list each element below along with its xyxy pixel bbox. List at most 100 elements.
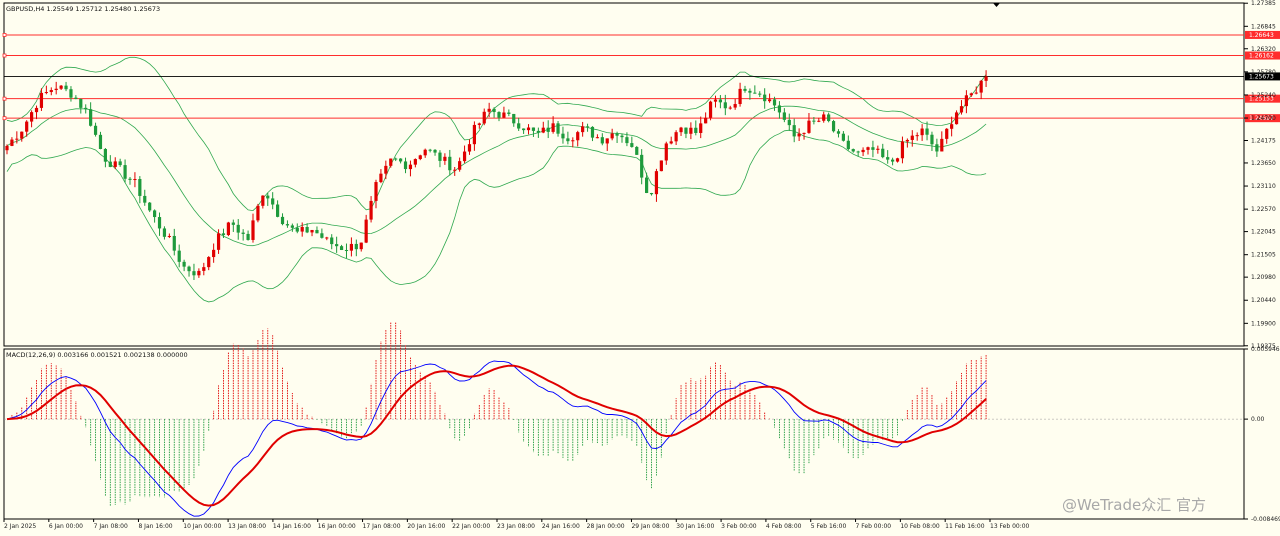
- candle-body: [841, 133, 845, 141]
- candle-body: [221, 233, 226, 236]
- candle-body: [645, 177, 649, 194]
- time-tick-label: 13 Feb 00:00: [990, 523, 1030, 530]
- candle-body: [556, 123, 560, 134]
- candle-body: [881, 148, 885, 158]
- candle-body: [615, 133, 619, 136]
- candle-body: [15, 138, 19, 140]
- candle-body: [108, 161, 112, 167]
- candle-body: [891, 159, 895, 162]
- candle-body: [359, 242, 363, 250]
- candle-body: [640, 154, 644, 178]
- candle-body: [763, 94, 767, 102]
- candle-body: [462, 151, 467, 162]
- candle-body: [753, 92, 757, 94]
- candle-body: [467, 144, 472, 152]
- candle-body: [517, 123, 521, 129]
- candle-body: [89, 109, 93, 126]
- candle-body: [704, 117, 708, 124]
- candle-body: [969, 93, 973, 96]
- candle-body: [453, 169, 457, 171]
- candle-body: [684, 127, 688, 134]
- level-tag-label: 1.26643: [1249, 32, 1274, 39]
- time-tick-label: 10 Jan 00:00: [183, 523, 221, 530]
- time-tick-label: 7 Feb 00:00: [856, 523, 892, 530]
- candle-body: [831, 121, 836, 132]
- candle-body: [98, 134, 103, 150]
- candle-body: [177, 250, 181, 262]
- bollinger-upper: [6, 56, 987, 212]
- candle-body: [207, 257, 211, 268]
- candle-body: [354, 243, 358, 250]
- candle-body: [133, 179, 137, 181]
- candle-body: [772, 99, 777, 106]
- candle-body: [861, 149, 865, 153]
- candle-body: [940, 138, 944, 152]
- candle-body: [74, 97, 78, 99]
- chart-root: 1.26643 1.26162 1.25153 1.24697 1.25673 1.27…: [0, 0, 1280, 536]
- candle-body: [266, 195, 270, 199]
- level-anchor: [2, 53, 7, 58]
- candle-body: [689, 127, 693, 134]
- candle-body: [167, 235, 171, 237]
- candle-body: [659, 160, 663, 172]
- time-tick-label: 4 Feb 08:00: [766, 523, 802, 530]
- candle-body: [979, 80, 983, 93]
- candle-body: [280, 216, 285, 225]
- level-anchor: [2, 96, 7, 101]
- candle-body: [20, 131, 24, 139]
- level-anchor: [2, 33, 7, 37]
- time-tick-label: 11 Feb 16:00: [945, 523, 985, 530]
- candle-body: [34, 107, 39, 113]
- candle-body: [408, 164, 413, 170]
- macd-tick-label: -0.008469: [1251, 516, 1280, 523]
- time-tick-label: 17 Jan 08:00: [363, 523, 401, 530]
- candle-body: [310, 229, 314, 233]
- candle-body: [364, 219, 368, 243]
- time-tick-label: 20 Jan 16:00: [407, 523, 445, 530]
- candle-body: [143, 195, 147, 203]
- macd-pane-frame: [3, 348, 1245, 520]
- candle-body: [192, 271, 196, 276]
- candle-body: [546, 127, 550, 132]
- candle-body: [915, 135, 919, 137]
- candle-body: [256, 205, 260, 221]
- candle-body: [285, 224, 290, 226]
- candle-body: [836, 131, 841, 134]
- candle-body: [10, 139, 14, 146]
- price-tick-label: 1.24175: [1251, 137, 1276, 144]
- time-tick-label: 13 Jan 08:00: [228, 523, 266, 530]
- time-tick-label: 10 Feb 08:00: [900, 523, 940, 530]
- price-tick-label: 1.25780: [1251, 69, 1276, 76]
- time-tick-label: 6 Jan 00:00: [49, 523, 83, 530]
- candle-body: [526, 127, 531, 131]
- candle-body: [271, 198, 275, 205]
- candle-body: [748, 90, 752, 93]
- candle-body: [851, 149, 855, 152]
- candle-body: [723, 102, 727, 109]
- candle-body: [59, 85, 63, 89]
- candle-body: [733, 104, 737, 108]
- candle-body: [162, 228, 167, 237]
- candle-body: [743, 88, 747, 91]
- candle-body: [290, 225, 294, 228]
- price-tick-label: 1.21505: [1251, 252, 1276, 259]
- shift-marker-icon: [993, 3, 1000, 7]
- candle-body: [403, 161, 408, 170]
- candle-body: [787, 119, 791, 126]
- macd-header: MACD(12,26,9) 0.003166 0.001521 0.002138…: [6, 351, 188, 359]
- time-tick-label: 24 Jan 16:00: [542, 523, 580, 530]
- candle-body: [246, 233, 250, 240]
- candle-body: [399, 158, 403, 162]
- time-tick-label: 30 Jan 16:00: [676, 523, 714, 530]
- candle-body: [433, 149, 437, 153]
- candle-body: [482, 111, 486, 124]
- candle-body: [822, 114, 826, 121]
- candle-body: [118, 161, 122, 166]
- candle-body: [187, 266, 191, 272]
- candle-body: [305, 226, 309, 233]
- candle-body: [325, 237, 329, 239]
- candle-body: [566, 138, 570, 142]
- candle-body: [335, 244, 339, 247]
- macd-line: [6, 360, 987, 517]
- candle-body: [576, 132, 580, 141]
